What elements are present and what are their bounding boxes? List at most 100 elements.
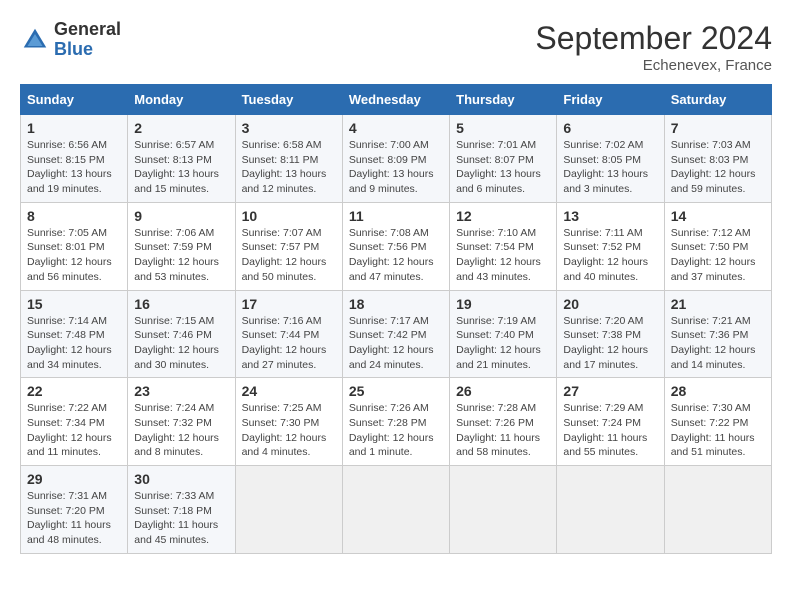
day-info: Sunrise: 7:26 AMSunset: 7:28 PMDaylight:…: [349, 401, 443, 460]
day-number: 30: [134, 471, 228, 487]
day-number: 11: [349, 208, 443, 224]
calendar-cell: [557, 466, 664, 554]
calendar-body: 1Sunrise: 6:56 AMSunset: 8:15 PMDaylight…: [21, 115, 772, 554]
day-number: 21: [671, 296, 765, 312]
day-info: Sunrise: 6:56 AMSunset: 8:15 PMDaylight:…: [27, 138, 121, 197]
day-number: 3: [242, 120, 336, 136]
calendar-cell: 9 Sunrise: 7:06 AMSunset: 7:59 PMDaylight…: [128, 202, 235, 290]
day-info: Sunrise: 7:15 AMSunset: 7:46 PMDaylight:…: [134, 314, 228, 373]
day-info: Sunrise: 7:33 AMSunset: 7:18 PMDaylight:…: [134, 489, 228, 548]
calendar-cell: 26 Sunrise: 7:28 AMSunset: 7:26 PMDayligh…: [450, 378, 557, 466]
day-info: Sunrise: 7:12 AMSunset: 7:50 PMDaylight:…: [671, 226, 765, 285]
calendar-cell: 28 Sunrise: 7:30 AMSunset: 7:22 PMDayligh…: [664, 378, 771, 466]
location: Echenevex, France: [535, 57, 772, 74]
calendar-cell: 8Sunrise: 7:05 AMSunset: 8:01 PMDaylight…: [21, 202, 128, 290]
calendar-week-row: 1Sunrise: 6:56 AMSunset: 8:15 PMDaylight…: [21, 115, 772, 203]
day-number: 27: [563, 383, 657, 399]
calendar-cell: 17Sunrise: 7:16 AMSunset: 7:44 PMDayligh…: [235, 290, 342, 378]
day-number: 13: [563, 208, 657, 224]
calendar-cell: [450, 466, 557, 554]
day-info: Sunrise: 7:17 AMSunset: 7:42 PMDaylight:…: [349, 314, 443, 373]
logo-icon: [20, 25, 50, 55]
day-number: 9: [134, 208, 228, 224]
weekday-header: Tuesday: [235, 85, 342, 115]
day-info: Sunrise: 7:21 AMSunset: 7:36 PMDaylight:…: [671, 314, 765, 373]
month-title: September 2024: [535, 20, 772, 57]
day-number: 29: [27, 471, 121, 487]
day-info: Sunrise: 7:01 AMSunset: 8:07 PMDaylight:…: [456, 138, 550, 197]
calendar-cell: 20 Sunrise: 7:20 AMSunset: 7:38 PMDayligh…: [557, 290, 664, 378]
day-info: Sunrise: 7:06 AMSunset: 7:59 PMDaylight:…: [134, 226, 228, 285]
calendar-cell: 13 Sunrise: 7:11 AMSunset: 7:52 PMDayligh…: [557, 202, 664, 290]
calendar-cell: 19 Sunrise: 7:19 AMSunset: 7:40 PMDayligh…: [450, 290, 557, 378]
day-info: Sunrise: 7:07 AMSunset: 7:57 PMDaylight:…: [242, 226, 336, 285]
calendar-cell: 3Sunrise: 6:58 AMSunset: 8:11 PMDaylight…: [235, 115, 342, 203]
day-info: Sunrise: 7:22 AMSunset: 7:34 PMDaylight:…: [27, 401, 121, 460]
day-info: Sunrise: 7:08 AMSunset: 7:56 PMDaylight:…: [349, 226, 443, 285]
weekday-header: Monday: [128, 85, 235, 115]
day-info: Sunrise: 7:05 AMSunset: 8:01 PMDaylight:…: [27, 226, 121, 285]
calendar-cell: 21 Sunrise: 7:21 AMSunset: 7:36 PMDayligh…: [664, 290, 771, 378]
calendar-cell: 16 Sunrise: 7:15 AMSunset: 7:46 PMDayligh…: [128, 290, 235, 378]
day-number: 14: [671, 208, 765, 224]
day-number: 23: [134, 383, 228, 399]
calendar-cell: 15Sunrise: 7:14 AMSunset: 7:48 PMDayligh…: [21, 290, 128, 378]
page-header: General Blue September 2024 Echenevex, F…: [20, 20, 772, 74]
calendar-cell: 22Sunrise: 7:22 AMSunset: 7:34 PMDayligh…: [21, 378, 128, 466]
logo-blue: Blue: [54, 40, 121, 60]
calendar-cell: 4 Sunrise: 7:00 AMSunset: 8:09 PMDaylight…: [342, 115, 449, 203]
calendar-cell: 7Sunrise: 7:03 AMSunset: 8:03 PMDaylight…: [664, 115, 771, 203]
day-info: Sunrise: 7:24 AMSunset: 7:32 PMDaylight:…: [134, 401, 228, 460]
day-number: 12: [456, 208, 550, 224]
day-number: 10: [242, 208, 336, 224]
calendar-cell: [664, 466, 771, 554]
day-info: Sunrise: 7:31 AMSunset: 7:20 PMDaylight:…: [27, 489, 121, 548]
calendar-cell: 6Sunrise: 7:02 AMSunset: 8:05 PMDaylight…: [557, 115, 664, 203]
day-info: Sunrise: 7:16 AMSunset: 7:44 PMDaylight:…: [242, 314, 336, 373]
calendar-cell: 2 Sunrise: 6:57 AMSunset: 8:13 PMDaylight…: [128, 115, 235, 203]
day-info: Sunrise: 7:00 AMSunset: 8:09 PMDaylight:…: [349, 138, 443, 197]
calendar-cell: [342, 466, 449, 554]
day-number: 16: [134, 296, 228, 312]
day-info: Sunrise: 7:30 AMSunset: 7:22 PMDaylight:…: [671, 401, 765, 460]
day-number: 18: [349, 296, 443, 312]
calendar-cell: 30 Sunrise: 7:33 AMSunset: 7:18 PMDayligh…: [128, 466, 235, 554]
calendar-week-row: 29 Sunrise: 7:31 AMSunset: 7:20 PMDayligh…: [21, 466, 772, 554]
day-info: Sunrise: 7:28 AMSunset: 7:26 PMDaylight:…: [456, 401, 550, 460]
calendar-header-row: SundayMondayTuesdayWednesdayThursdayFrid…: [21, 85, 772, 115]
weekday-header: Saturday: [664, 85, 771, 115]
weekday-header: Sunday: [21, 85, 128, 115]
calendar-cell: [235, 466, 342, 554]
day-number: 28: [671, 383, 765, 399]
day-number: 5: [456, 120, 550, 136]
calendar-cell: 29 Sunrise: 7:31 AMSunset: 7:20 PMDayligh…: [21, 466, 128, 554]
day-number: 4: [349, 120, 443, 136]
day-number: 2: [134, 120, 228, 136]
calendar-table: SundayMondayTuesdayWednesdayThursdayFrid…: [20, 84, 772, 554]
day-info: Sunrise: 7:02 AMSunset: 8:05 PMDaylight:…: [563, 138, 657, 197]
calendar-cell: 27 Sunrise: 7:29 AMSunset: 7:24 PMDayligh…: [557, 378, 664, 466]
day-info: Sunrise: 7:29 AMSunset: 7:24 PMDaylight:…: [563, 401, 657, 460]
calendar-cell: 1Sunrise: 6:56 AMSunset: 8:15 PMDaylight…: [21, 115, 128, 203]
day-number: 15: [27, 296, 121, 312]
day-info: Sunrise: 6:57 AMSunset: 8:13 PMDaylight:…: [134, 138, 228, 197]
day-info: Sunrise: 7:10 AMSunset: 7:54 PMDaylight:…: [456, 226, 550, 285]
logo-general: General: [54, 20, 121, 40]
day-number: 19: [456, 296, 550, 312]
day-info: Sunrise: 7:19 AMSunset: 7:40 PMDaylight:…: [456, 314, 550, 373]
day-info: Sunrise: 7:20 AMSunset: 7:38 PMDaylight:…: [563, 314, 657, 373]
calendar-cell: 24Sunrise: 7:25 AMSunset: 7:30 PMDayligh…: [235, 378, 342, 466]
calendar-cell: 14 Sunrise: 7:12 AMSunset: 7:50 PMDayligh…: [664, 202, 771, 290]
calendar-cell: 25Sunrise: 7:26 AMSunset: 7:28 PMDayligh…: [342, 378, 449, 466]
day-info: Sunrise: 7:11 AMSunset: 7:52 PMDaylight:…: [563, 226, 657, 285]
day-number: 26: [456, 383, 550, 399]
calendar-cell: 23 Sunrise: 7:24 AMSunset: 7:32 PMDayligh…: [128, 378, 235, 466]
logo-text: General Blue: [54, 20, 121, 60]
weekday-header: Wednesday: [342, 85, 449, 115]
weekday-header: Friday: [557, 85, 664, 115]
calendar-week-row: 22Sunrise: 7:22 AMSunset: 7:34 PMDayligh…: [21, 378, 772, 466]
calendar-cell: 11 Sunrise: 7:08 AMSunset: 7:56 PMDayligh…: [342, 202, 449, 290]
day-info: Sunrise: 7:03 AMSunset: 8:03 PMDaylight:…: [671, 138, 765, 197]
calendar-week-row: 15Sunrise: 7:14 AMSunset: 7:48 PMDayligh…: [21, 290, 772, 378]
day-number: 20: [563, 296, 657, 312]
